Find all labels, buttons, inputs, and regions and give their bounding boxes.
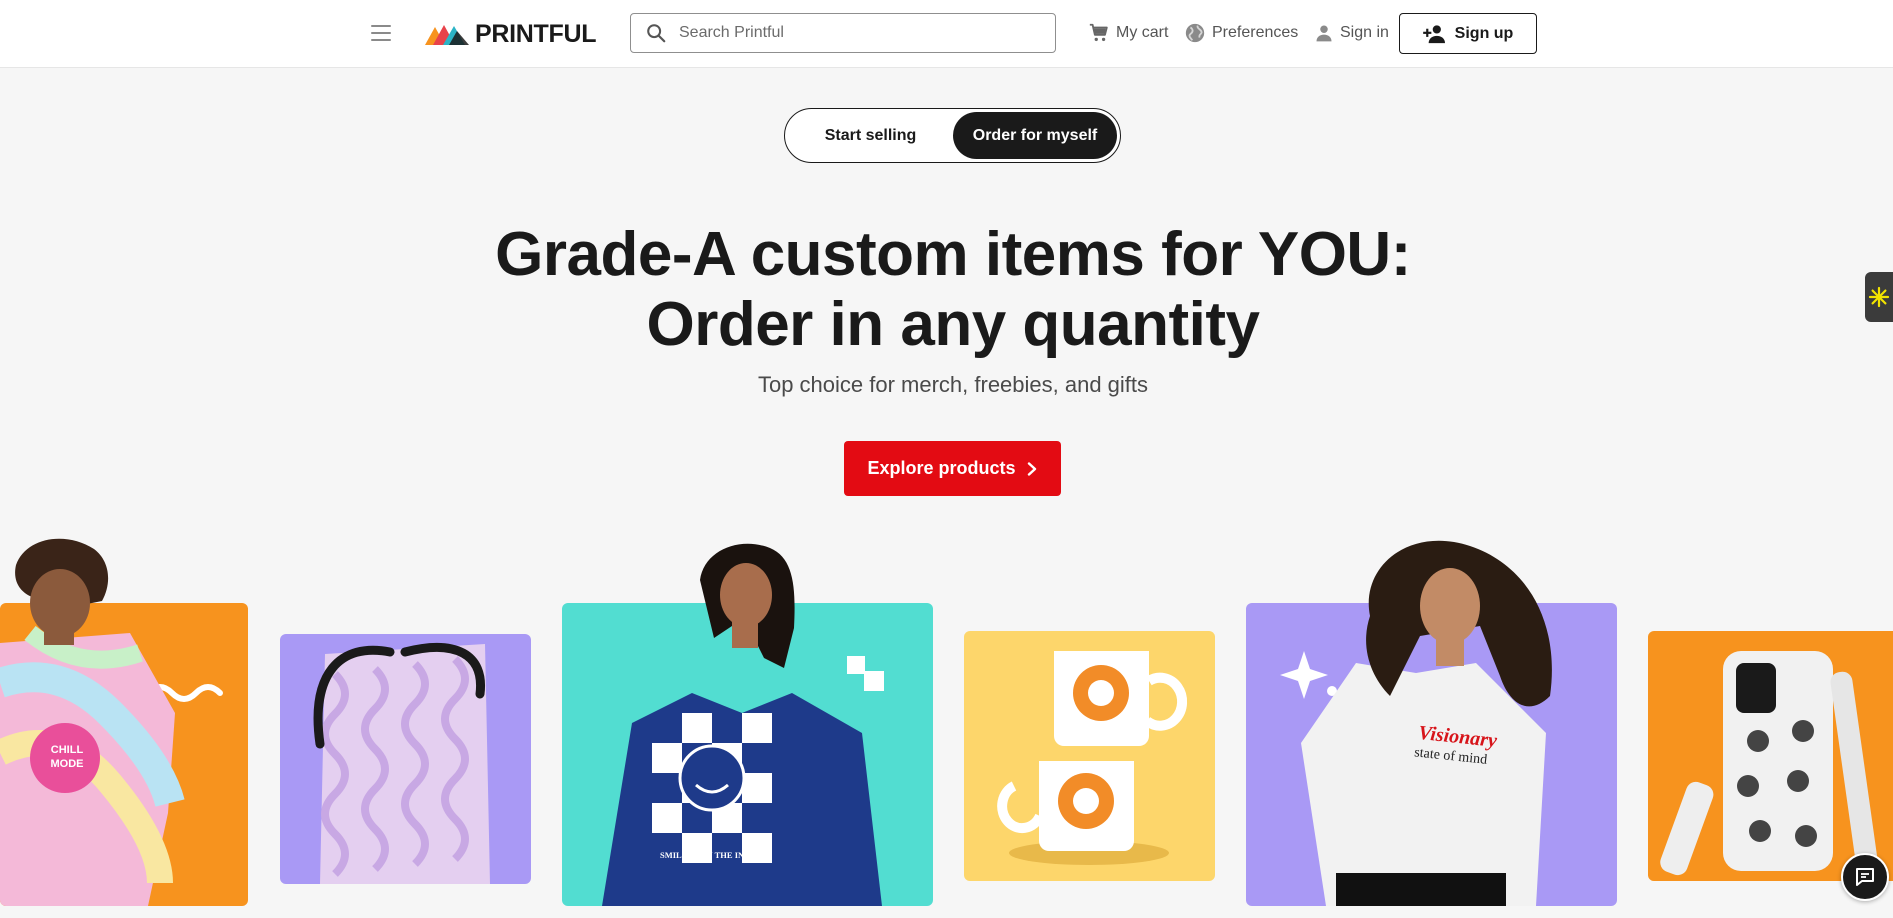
chevron-right-icon [1027,461,1036,476]
top-header: PRINTFUL My cart Preferences Sign in [0,0,1893,68]
sign-up-label: Sign up [1454,24,1514,42]
preferences-label: Preferences [1212,24,1299,41]
audience-toggle: Start selling Order for myself [784,108,1121,163]
globe-icon [1185,23,1205,43]
cart-icon [1089,23,1108,42]
search-input[interactable] [679,24,1019,42]
my-cart-label: My cart [1116,24,1169,41]
product-tile-phone-case[interactable] [1648,631,1893,881]
chat-icon [1856,868,1874,886]
product-tile-mugs[interactable] [964,631,1215,881]
my-cart-link[interactable]: My cart [1088,20,1168,46]
mugs-image [997,651,1188,865]
smiling-print-text: SMILING ON THE INSIDE [660,850,764,860]
side-feedback-widget[interactable] [1865,272,1893,322]
phone-case-image [1660,651,1878,876]
sunburst-icon [1868,286,1890,308]
preferences-link[interactable]: Preferences [1184,20,1298,46]
hero-title-line-1: Grade-A custom items for YOU: [495,220,1411,289]
sign-up-button[interactable]: Sign up [1399,13,1537,54]
hamburger-icon[interactable] [368,22,394,44]
logo-mark-icon [425,25,469,45]
order-for-myself-option[interactable]: Order for myself [953,112,1117,159]
start-selling-option[interactable]: Start selling [788,112,953,159]
explore-products-button[interactable]: Explore products [844,441,1061,496]
model-head-woman-1 [700,543,795,668]
hero-title: Grade-A custom items for YOU: Order in a… [0,220,1893,360]
model-head-woman-2 [1366,540,1552,707]
product-tile-tote-bag[interactable] [280,634,531,884]
hero-title-line-2: Order in any quantity [646,290,1260,359]
chat-button[interactable] [1841,853,1889,901]
product-tile-tie-dye-tee[interactable]: CHILL MODE [0,603,248,906]
model-head-boy [15,538,109,645]
user-plus-icon [1422,24,1445,43]
hero-subtitle: Top choice for merch, freebies, and gift… [757,372,1149,397]
sign-in-link[interactable]: Sign in [1314,20,1389,46]
chill-mode-print: CHILL MODE [50,744,84,770]
tote-bag-image [313,642,490,884]
sign-in-label: Sign in [1340,24,1389,41]
search-icon [647,24,666,43]
explore-products-label: Explore products [867,458,1016,478]
sparkle-icon [1280,651,1328,699]
checker-print [652,713,772,863]
user-icon [1316,25,1332,42]
printful-logo[interactable]: PRINTFUL [425,18,597,50]
search-box[interactable] [630,13,1056,53]
logo-text: PRINTFUL [475,19,597,48]
